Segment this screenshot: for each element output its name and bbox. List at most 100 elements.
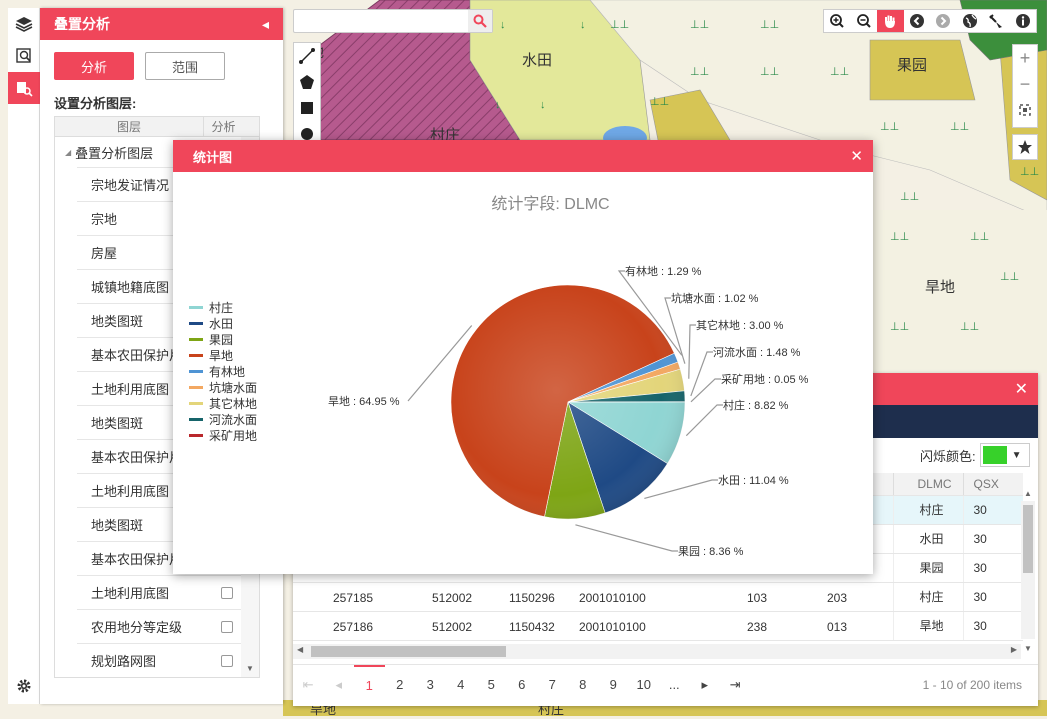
dialog-title: 统计图 bbox=[193, 147, 232, 166]
layer-checkbox[interactable] bbox=[221, 621, 233, 633]
zoom-plus-button[interactable]: + bbox=[1013, 45, 1037, 71]
slice-label-line bbox=[691, 352, 713, 396]
table-cell: 257185 bbox=[333, 591, 373, 605]
table-cell: 103 bbox=[747, 591, 767, 605]
layer-name: 土地利用底图 bbox=[91, 481, 169, 500]
measure-icon[interactable] bbox=[983, 10, 1010, 32]
layer-name: 城镇地籍底图 bbox=[91, 277, 169, 296]
map-label: 果园 bbox=[897, 57, 927, 74]
page-number[interactable]: 2 bbox=[385, 665, 416, 705]
gear-icon[interactable] bbox=[8, 674, 40, 698]
caret-left-icon[interactable]: ◂ bbox=[262, 16, 269, 33]
table-cell: 013 bbox=[827, 620, 847, 634]
tab-range[interactable]: 范围 bbox=[145, 52, 225, 80]
pan-hand-icon[interactable] bbox=[877, 10, 904, 32]
close-icon[interactable]: ✕ bbox=[1015, 379, 1028, 399]
slice-label: 旱地 : 64.95 % bbox=[328, 395, 400, 408]
pie-chart: 村庄 : 8.82 %水田 : 11.04 %果园 : 8.36 %旱地 : 6… bbox=[173, 172, 873, 574]
table-cell: 238 bbox=[747, 620, 767, 634]
prev-page-icon[interactable]: ◂ bbox=[324, 665, 355, 705]
svg-text:↓: ↓ bbox=[500, 19, 506, 31]
caret-down-icon: ◢ bbox=[65, 148, 71, 157]
first-page-icon[interactable]: ⇤ bbox=[293, 665, 324, 705]
col-dlmc[interactable]: DLMC bbox=[893, 473, 963, 495]
layer-name: 基本农田保护片 bbox=[91, 549, 182, 568]
slice-label: 河流水面 : 1.48 % bbox=[713, 345, 801, 359]
slice-label-line bbox=[686, 405, 723, 436]
page-number[interactable]: 10 bbox=[629, 665, 660, 705]
table-cell: 30 bbox=[963, 495, 1023, 524]
zoom-in-icon[interactable] bbox=[824, 10, 851, 32]
svg-text:⊥⊥: ⊥⊥ bbox=[1000, 271, 1019, 283]
slice-label: 采矿用地 : 0.05 % bbox=[721, 373, 809, 386]
table-cell: 村庄 bbox=[893, 495, 963, 524]
pie-shading bbox=[451, 285, 685, 519]
layer-checkbox[interactable] bbox=[221, 587, 233, 599]
svg-text:↓: ↓ bbox=[580, 19, 586, 31]
layer-name: 地类图斑 bbox=[91, 311, 143, 330]
layer-name: 宗地 bbox=[91, 209, 117, 228]
page-number[interactable]: 6 bbox=[507, 665, 538, 705]
page-number[interactable]: 9 bbox=[598, 665, 629, 705]
last-page-icon[interactable]: ⇥ bbox=[720, 665, 751, 705]
pagination: ⇤ ◂ 12345678910... ▸ ⇥ 1 - 10 of 200 ite… bbox=[293, 664, 1038, 704]
page-number[interactable]: 8 bbox=[568, 665, 599, 705]
layer-name: 土地利用底图 bbox=[91, 583, 169, 602]
table-cell: 1150432 bbox=[509, 620, 555, 634]
layer-row[interactable]: 规划路网图 bbox=[77, 643, 259, 677]
svg-text:⊥⊥: ⊥⊥ bbox=[760, 66, 779, 78]
zoom-out-icon[interactable] bbox=[851, 10, 878, 32]
table-row[interactable]: 25718651200211504322001010100238013旱地30 bbox=[293, 611, 1023, 640]
star-icon[interactable] bbox=[1012, 134, 1038, 160]
full-extent-icon[interactable] bbox=[1013, 97, 1037, 123]
layer-row[interactable]: 农用地分等定级 bbox=[77, 609, 259, 643]
color-picker[interactable]: ▼ bbox=[980, 443, 1030, 467]
slice-label-line bbox=[575, 525, 678, 551]
layer-row[interactable]: 土地利用底图 bbox=[77, 575, 259, 609]
slice-label-line bbox=[644, 480, 718, 498]
svg-text:⊥⊥: ⊥⊥ bbox=[880, 121, 899, 133]
flash-color-control: 闪烁颜色:▼ bbox=[920, 443, 1030, 467]
page-number[interactable]: 4 bbox=[446, 665, 477, 705]
table-cell: 30 bbox=[963, 611, 1023, 640]
close-icon[interactable]: ✕ bbox=[850, 147, 863, 165]
back-icon[interactable] bbox=[904, 10, 931, 32]
map-search-icon[interactable] bbox=[8, 40, 40, 72]
table-cell: 30 bbox=[963, 524, 1023, 553]
layer-checkbox[interactable] bbox=[221, 655, 233, 667]
vertical-scrollbar[interactable]: ▲▼ bbox=[1021, 501, 1035, 639]
horizontal-scrollbar[interactable]: ◀▶ bbox=[293, 644, 1021, 659]
overlay-analysis-icon[interactable] bbox=[8, 72, 40, 104]
statistics-chart-dialog: 统计图✕ 统计字段: DLMC 村庄水田果园旱地有林地坑塘水面其它林地河流水面采… bbox=[173, 140, 873, 574]
polygon-icon[interactable] bbox=[294, 69, 320, 95]
page-info: 1 - 10 of 200 items bbox=[923, 678, 1022, 692]
rectangle-icon[interactable] bbox=[294, 95, 320, 121]
map-toolbar bbox=[823, 9, 1037, 33]
next-page-icon[interactable]: ▸ bbox=[690, 665, 721, 705]
table-row[interactable]: 25718551200211502962001010100103203村庄30 bbox=[293, 582, 1023, 611]
layer-name: 房屋 bbox=[91, 243, 117, 262]
search-input[interactable] bbox=[293, 9, 493, 33]
svg-text:⊥⊥: ⊥⊥ bbox=[830, 66, 849, 78]
table-cell: 30 bbox=[963, 582, 1023, 611]
polyline-icon[interactable] bbox=[294, 43, 320, 69]
table-cell: 2001010100 bbox=[579, 591, 646, 605]
set-layers-label: 设置分析图层: bbox=[54, 93, 136, 112]
page-number[interactable]: 1 bbox=[354, 665, 385, 705]
tab-analyze[interactable]: 分析 bbox=[54, 52, 134, 80]
color-swatch bbox=[983, 446, 1007, 464]
zoom-minus-button[interactable]: − bbox=[1013, 71, 1037, 97]
layers-icon[interactable] bbox=[8, 8, 40, 40]
table-cell: 水田 bbox=[893, 524, 963, 553]
info-icon[interactable] bbox=[1010, 10, 1037, 32]
table-cell: 2001010100 bbox=[579, 620, 646, 634]
table-cell: 257186 bbox=[333, 620, 373, 634]
page-number[interactable]: 5 bbox=[476, 665, 507, 705]
col-qsx[interactable]: QSX bbox=[963, 473, 1023, 495]
page-number[interactable]: 7 bbox=[537, 665, 568, 705]
forward-icon[interactable] bbox=[930, 10, 957, 32]
page-number[interactable]: ... bbox=[659, 665, 690, 705]
page-number[interactable]: 3 bbox=[415, 665, 446, 705]
globe-icon[interactable] bbox=[957, 10, 984, 32]
search-icon[interactable] bbox=[468, 10, 492, 32]
